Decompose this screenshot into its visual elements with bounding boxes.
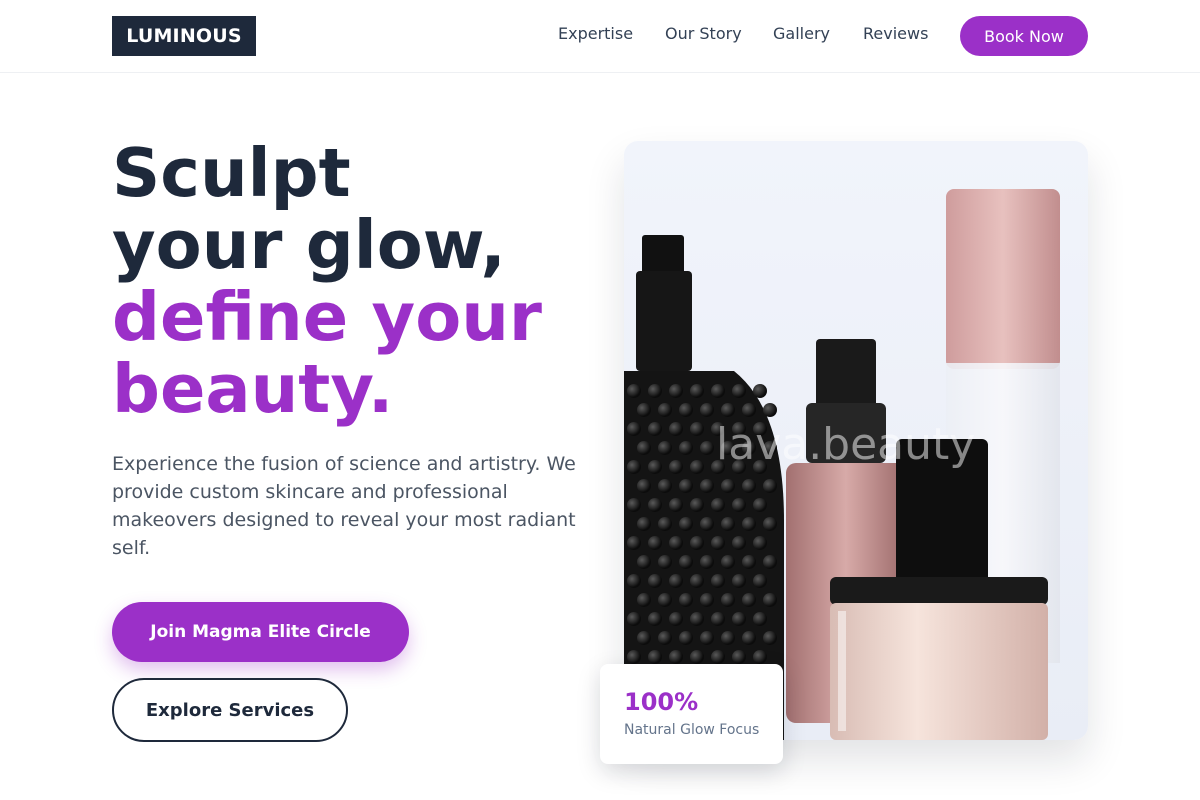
stat-value: 100% <box>624 688 699 716</box>
stat-label: Natural Glow Focus <box>624 722 760 738</box>
join-elite-circle-button[interactable]: Join Magma Elite Circle <box>112 602 409 662</box>
headline-line-2: your glow, <box>112 206 506 284</box>
headline-line-1: Sculpt <box>112 134 351 212</box>
nav-link-gallery[interactable]: Gallery <box>773 24 830 46</box>
hero-headline: Sculpt your glow, define your beauty. <box>112 137 612 425</box>
perfume-bottles-icon: lava.beauty <box>624 141 1088 740</box>
book-now-button[interactable]: Book Now <box>960 16 1088 56</box>
nav-link-expertise[interactable]: Expertise <box>558 24 633 46</box>
nav-link-our-story[interactable]: Our Story <box>665 24 742 46</box>
hero-product-image: lava.beauty <box>624 141 1088 740</box>
explore-services-button[interactable]: Explore Services <box>112 678 348 742</box>
site-header: LUMINOUS Expertise Our Story Gallery Rev… <box>0 0 1200 73</box>
brand-logo[interactable]: LUMINOUS <box>112 16 256 56</box>
stat-card: 100% Natural Glow Focus <box>600 664 783 764</box>
headline-accent-line-2: beauty. <box>112 350 394 428</box>
hero-description: Experience the fusion of science and art… <box>112 453 576 559</box>
watermark-text: lava.beauty <box>716 419 975 470</box>
headline-accent-line-1: define your <box>112 278 542 356</box>
nav-link-reviews[interactable]: Reviews <box>863 24 928 46</box>
